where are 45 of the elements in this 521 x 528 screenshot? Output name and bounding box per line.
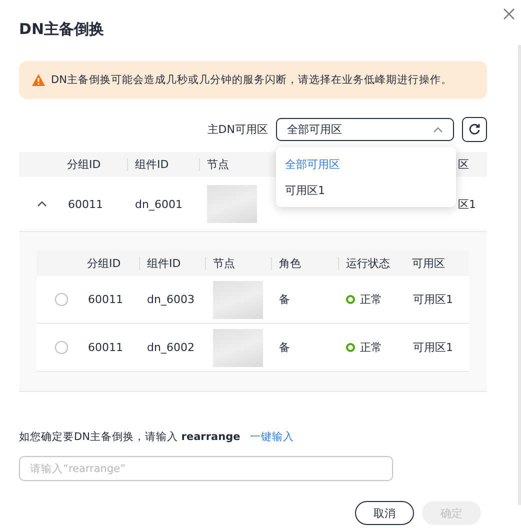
component-id-cell-text: dn_6002 bbox=[146, 341, 196, 354]
column-header: 分组ID bbox=[86, 257, 122, 270]
column-header: 节点 bbox=[199, 158, 271, 171]
zone-cell-text: 区1 bbox=[457, 196, 477, 212]
component-id-cell-text: dn_6003 bbox=[146, 293, 196, 306]
warning-text: DN主备倒换可能会造成几秒或几分钟的服务闪断，请选择在业务低峰期进行操作。 bbox=[51, 73, 452, 87]
dialog-title: DN主备倒换 bbox=[19, 20, 106, 40]
group-id-cell-text: 60011 bbox=[87, 341, 124, 354]
column-header: 组件ID bbox=[127, 158, 199, 171]
column-header: 可用区 bbox=[411, 257, 446, 270]
role-cell-text: 备 bbox=[278, 340, 291, 355]
column-header: 区 bbox=[457, 158, 470, 171]
confirm-input-field[interactable]: 请输入“rearrange” bbox=[19, 456, 393, 481]
status-icon bbox=[346, 343, 355, 352]
group-id-cell-text: 60011 bbox=[87, 293, 124, 306]
column-header: 节点 bbox=[205, 257, 271, 270]
blurred-node bbox=[207, 185, 257, 223]
expand-icon[interactable] bbox=[37, 201, 47, 207]
blurred-node bbox=[213, 328, 263, 366]
status-text: 正常 bbox=[360, 340, 382, 355]
dropdown-option[interactable]: 可用区1 bbox=[276, 177, 456, 203]
cancel-button[interactable]: 取消 bbox=[355, 501, 414, 525]
role-cell-text: 备 bbox=[278, 292, 291, 307]
column-header: 组件ID bbox=[139, 257, 205, 270]
zone-cell-text: 可用区1 bbox=[412, 292, 454, 307]
zone-cell-text: 可用区1 bbox=[412, 340, 454, 355]
column-header: 角色 bbox=[271, 257, 338, 270]
warning-icon bbox=[32, 74, 45, 86]
blurred-node bbox=[213, 280, 263, 318]
column-header: 运行状态 bbox=[338, 257, 405, 270]
status-text: 正常 bbox=[360, 292, 382, 307]
caret-icon bbox=[433, 126, 443, 132]
column-header: 分组ID bbox=[66, 158, 102, 171]
radio-button[interactable] bbox=[55, 293, 68, 306]
filter-label: 主DN可用区 bbox=[207, 122, 268, 137]
status-icon bbox=[346, 295, 355, 304]
group-id-cell-text: 60011 bbox=[67, 198, 104, 210]
component-id-cell-text: dn_6001 bbox=[134, 198, 184, 210]
dropdown-option[interactable]: 全部可用区 bbox=[276, 151, 456, 177]
refresh-icon bbox=[468, 123, 481, 136]
close-icon[interactable] bbox=[503, 8, 515, 20]
refresh-button[interactable] bbox=[462, 117, 487, 142]
auto-fill-link[interactable]: 一键输入 bbox=[250, 430, 294, 444]
confirm-prompt: 如您确定要DN主备倒换，请输入 rearrange bbox=[19, 430, 240, 444]
radio-button[interactable] bbox=[55, 341, 68, 354]
